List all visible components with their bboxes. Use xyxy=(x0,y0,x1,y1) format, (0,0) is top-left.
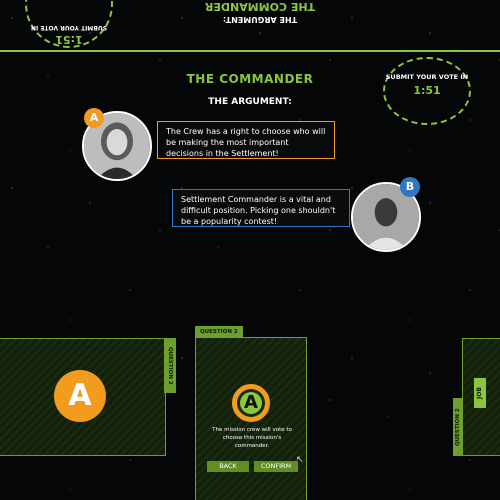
choice-a-letter: A xyxy=(237,389,265,417)
pointer-cursor-icon: ↖ xyxy=(296,455,304,465)
left-card-tab: QUESTION 2 xyxy=(164,338,176,393)
mirrored-timer: 1:51 SUBMIT YOUR VOTE IN xyxy=(25,0,113,48)
page-subtitle: THE ARGUMENT: xyxy=(208,97,292,107)
timer-label: SUBMIT YOUR VOTE IN xyxy=(385,73,469,81)
mirrored-title-block: THE ARGUMENT: THE COMMANDER xyxy=(200,0,320,24)
page-title: THE COMMANDER xyxy=(186,72,314,86)
argument-b-text: Settlement Commander is a vital and diff… xyxy=(172,189,350,227)
mirrored-timer-label: SUBMIT YOUR VOTE IN xyxy=(30,24,108,31)
vote-timer: SUBMIT YOUR VOTE IN 1:51 xyxy=(383,57,471,125)
argument-b-badge: B xyxy=(400,177,420,197)
timer-value: 1:51 xyxy=(413,84,441,97)
mirrored-header: THE ARGUMENT: THE COMMANDER 1:51 SUBMIT … xyxy=(0,0,500,50)
choice-description: The mission crew will vote to choose thi… xyxy=(212,427,292,449)
confirm-button[interactable]: CONFIRM xyxy=(254,461,298,472)
right-card-tab: QUESTION 2 xyxy=(453,398,463,456)
mirrored-title: THE COMMANDER xyxy=(204,0,316,13)
back-button[interactable]: BACK xyxy=(207,461,249,472)
left-card-logo-letter: A xyxy=(68,378,92,413)
right-card-job-tab[interactable]: JOB xyxy=(474,378,486,408)
header-divider xyxy=(0,50,500,52)
argument-a-badge: A xyxy=(84,108,104,128)
mirrored-timer-value: 1:51 xyxy=(55,33,83,46)
argument-a-text: The Crew has a right to choose who will … xyxy=(157,121,335,159)
left-card-logo: A xyxy=(54,370,106,422)
choice-a-icon[interactable]: A xyxy=(232,384,270,422)
mirrored-subtitle: THE ARGUMENT: xyxy=(222,15,298,24)
